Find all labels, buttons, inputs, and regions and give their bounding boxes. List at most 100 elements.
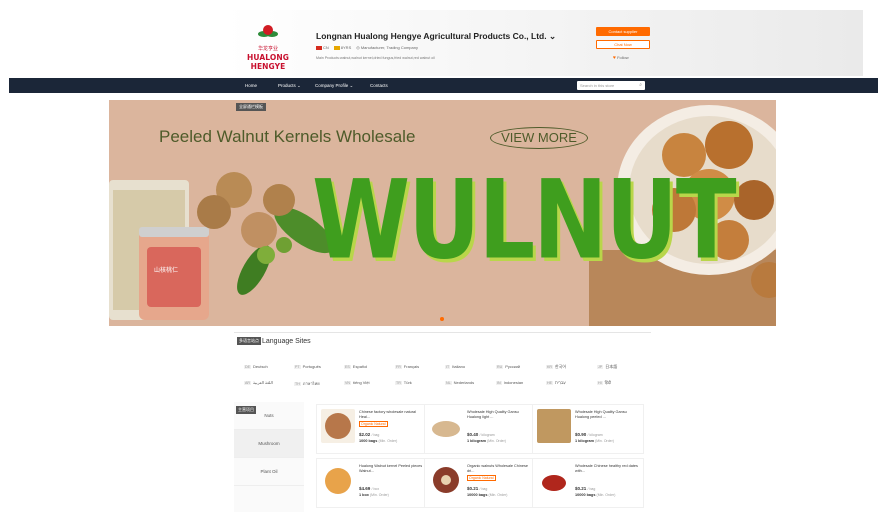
lang-link-kr[interactable]: KR 한국어 bbox=[546, 364, 566, 370]
lang-code: AR bbox=[244, 381, 251, 385]
lang-link-nl[interactable]: NL Nederlands bbox=[445, 380, 474, 385]
chat-now-button[interactable]: Chat Now bbox=[596, 40, 650, 49]
page: 华龙亨业 HUALONG HENGYE Longnan Hualong Heng… bbox=[0, 0, 878, 512]
lang-link-tr[interactable]: TR Türk bbox=[395, 380, 412, 385]
product-card[interactable]: Wholesale Chinese healthy red dates with… bbox=[532, 458, 644, 508]
nav-contacts[interactable]: Contacts bbox=[370, 78, 388, 93]
lang-link-fr[interactable]: FR Français bbox=[395, 364, 419, 369]
product-title: Wholesale High Quality Gansu Hualong lig… bbox=[467, 410, 519, 419]
nav-home[interactable]: Home bbox=[245, 78, 257, 93]
lang-link-id[interactable]: IN Indonesian bbox=[496, 380, 523, 385]
category-sidebar: Nuts Mushroom Plant Oil 主营项目 bbox=[234, 402, 304, 512]
contact-supplier-button[interactable]: Contact supplier bbox=[596, 27, 650, 36]
nav-company-profile[interactable]: Company Profile ⌄ bbox=[315, 78, 353, 93]
business-type: ◎ Manufacturer, Trading Company bbox=[356, 45, 418, 50]
follow-button[interactable]: ♥ Follow bbox=[613, 55, 629, 61]
language-title-text: Language Sites bbox=[262, 337, 311, 345]
lang-link-pt[interactable]: PT Português bbox=[294, 364, 321, 369]
product-price: $0.40 / kilogram bbox=[467, 432, 495, 437]
search-placeholder: Search in this store bbox=[580, 83, 615, 88]
category-mushroom[interactable]: Mushroom bbox=[234, 430, 304, 458]
banner-template-tag: 全屏通栏模板 bbox=[236, 103, 266, 111]
language-badge: 多语言站点 bbox=[237, 337, 261, 345]
lang-code: TR bbox=[395, 381, 402, 385]
lang-link-es[interactable]: ES Español bbox=[344, 364, 367, 369]
product-image bbox=[429, 463, 463, 497]
moq-value: 1 box bbox=[359, 493, 369, 497]
product-card[interactable]: Hualong Walnut kernel Peeled pieces Waln… bbox=[316, 458, 428, 508]
company-logo[interactable]: 华龙亨业 HUALONG HENGYE bbox=[237, 24, 299, 72]
product-tag: Organic Natural bbox=[359, 421, 388, 427]
lang-name: Français bbox=[403, 364, 420, 369]
lang-code: RU bbox=[496, 365, 504, 369]
product-moq: 1000 bags (Min. Order) bbox=[359, 439, 397, 443]
product-price: $4.69 / box bbox=[359, 486, 379, 491]
logo-chinese-name: 华龙亨业 bbox=[257, 46, 278, 52]
moq-unit: (Min. Order) bbox=[369, 493, 389, 497]
product-price: $0.21 / bag bbox=[575, 486, 595, 491]
price-unit: / bag bbox=[587, 487, 596, 491]
category-plant-oil[interactable]: Plant Oil bbox=[234, 458, 304, 486]
main-products-badge: 主营项目 bbox=[236, 406, 256, 414]
country-code: CN bbox=[323, 45, 329, 50]
lang-name: Türk bbox=[403, 380, 412, 385]
product-card[interactable]: Wholesale High Quality Gansu Hualong pee… bbox=[532, 404, 644, 454]
company-name[interactable]: Longnan Hualong Hengye Agricultural Prod… bbox=[316, 31, 556, 42]
nav-products[interactable]: Products ⌄ bbox=[278, 78, 301, 93]
lang-name: tiếng Việt bbox=[353, 380, 370, 385]
store-search-input[interactable]: Search in this store ⌕ bbox=[577, 81, 645, 90]
hero-banner[interactable]: 山核桃仁 全屏通栏模板 Peeled Walnut Kernels Wholes… bbox=[109, 100, 776, 326]
lang-link-ar[interactable]: AR اللغة العربية bbox=[244, 380, 273, 385]
moq-value: 10000 bags bbox=[575, 493, 596, 497]
price-value: $0.21 bbox=[467, 486, 479, 491]
lang-code: VN bbox=[344, 381, 351, 385]
gold-supplier-icon bbox=[333, 45, 340, 50]
lang-name: हिंदी bbox=[604, 380, 611, 385]
moq-unit: (Min. Order) bbox=[378, 439, 398, 443]
lang-code: ES bbox=[344, 365, 351, 369]
product-title: Organic walnuts Wholesale Chinese dri... bbox=[467, 464, 528, 473]
product-moq: 10000 bags (Min. Order) bbox=[467, 493, 507, 497]
price-unit: / box bbox=[371, 487, 380, 491]
lang-code: HE bbox=[546, 381, 553, 385]
lang-link-jp[interactable]: JP 日本語 bbox=[597, 364, 617, 370]
carousel-indicator[interactable] bbox=[440, 317, 444, 321]
language-sites-title: 多语言站点 Language Sites bbox=[237, 337, 311, 345]
lang-link-vn[interactable]: VN tiếng Việt bbox=[344, 380, 370, 385]
lang-link-th[interactable]: TH ภาษาไทย bbox=[294, 380, 320, 387]
country-info: CN bbox=[316, 45, 329, 50]
search-icon[interactable]: ⌕ bbox=[639, 82, 642, 89]
product-tag: Organic Natural bbox=[467, 475, 496, 481]
lang-link-it[interactable]: IT Italiano bbox=[445, 364, 465, 369]
lang-code: HI bbox=[597, 381, 603, 385]
lang-link-he[interactable]: HE עִברִית bbox=[546, 380, 566, 385]
view-more-button[interactable]: VIEW MORE bbox=[490, 127, 588, 149]
lang-name: 한국어 bbox=[555, 364, 567, 369]
product-title: Hualong Walnut kernel Peeled pieces Waln… bbox=[359, 464, 423, 473]
product-image bbox=[537, 409, 571, 443]
lang-code: JP bbox=[597, 365, 604, 369]
moq-unit: (Min. Order) bbox=[487, 439, 506, 443]
lang-link-hi[interactable]: HI हिंदी bbox=[597, 380, 611, 386]
lang-link-de[interactable]: DE Deutsch bbox=[244, 364, 268, 369]
price-value: $0.21 bbox=[575, 486, 587, 491]
lang-name: Русский bbox=[505, 364, 521, 369]
logo-emblem-icon bbox=[258, 25, 278, 37]
product-title: Wholesale Chinese healthy red dates with… bbox=[575, 464, 638, 473]
product-image bbox=[429, 409, 463, 443]
moq-value: 1000 bags bbox=[359, 439, 378, 443]
years-info: 8YRS bbox=[333, 45, 351, 50]
lang-name: Italiano bbox=[452, 364, 466, 369]
lang-code: KR bbox=[546, 365, 553, 369]
product-card[interactable]: Organic walnuts Wholesale Chinese dri...… bbox=[424, 458, 536, 508]
product-card[interactable]: Chinese factory wholesale natural Heal..… bbox=[316, 404, 428, 454]
product-title: Chinese factory wholesale natural Heal..… bbox=[359, 410, 416, 419]
lang-link-ru[interactable]: RU Русский bbox=[496, 364, 520, 369]
product-image bbox=[321, 463, 355, 497]
language-sites-section: 多语言站点 Language Sites DE Deutsch PT Portuguê… bbox=[234, 332, 651, 390]
price-value: $0.90 bbox=[575, 432, 587, 437]
logo-wordmark: HUALONG HENGYE bbox=[247, 53, 289, 71]
price-unit: / bag bbox=[479, 487, 488, 491]
price-unit: / kilogram bbox=[587, 433, 603, 437]
product-card[interactable]: Wholesale High Quality Gansu Hualong lig… bbox=[424, 404, 536, 454]
